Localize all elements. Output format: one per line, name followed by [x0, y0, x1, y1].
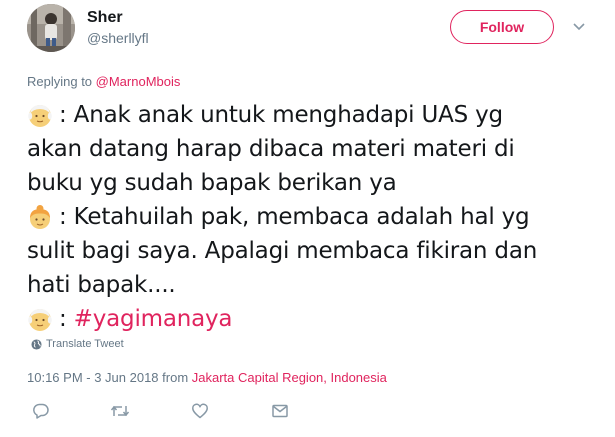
tweet-line-text: : Anak anak untuk menghadapi UAS yg [59, 102, 503, 128]
chevron-down-icon[interactable] [572, 22, 586, 32]
tweet-line: hati bapak.... [27, 272, 176, 298]
person-with-bun-emoji-icon [30, 205, 50, 229]
older-man-emoji-icon [28, 105, 52, 127]
tweet-line: : #yagimanaya [27, 302, 597, 336]
reply-icon[interactable] [32, 402, 50, 420]
older-man-emoji-icon [28, 309, 52, 331]
hashtag-link[interactable]: #yagimanaya [74, 306, 233, 332]
user-handle[interactable]: @sherllyfl [87, 30, 149, 46]
follow-button[interactable]: Follow [450, 10, 554, 44]
avatar-image [27, 4, 75, 52]
reply-prefix: Replying to [27, 74, 96, 89]
reply-context: Replying to @MarnoMbois [27, 74, 180, 89]
tweet-header: Sher @sherllyfl Follow [0, 0, 615, 70]
like-icon[interactable] [191, 402, 209, 420]
direct-message-icon[interactable] [271, 402, 289, 420]
tweet-line: : Anak anak untuk menghadapi UAS yg [27, 98, 597, 132]
tweet-line-text: : Ketahuilah pak, membaca adalah hal yg [59, 204, 530, 230]
tweet-line: : Ketahuilah pak, membaca adalah hal yg [27, 200, 597, 234]
location-link[interactable]: Jakarta Capital Region, Indonesia [192, 370, 387, 385]
tweet-line: buku yg sudah bapak berikan ya [27, 170, 397, 196]
retweet-icon[interactable] [110, 402, 130, 420]
tweet-line-text: : [59, 306, 74, 332]
tweet-line: akan datang harap dibaca materi materi d… [27, 136, 515, 162]
tweet-timestamp: 10:16 PM - 3 Jun 2018 from Jakarta Capit… [27, 370, 387, 385]
reply-mention-link[interactable]: @MarnoMbois [96, 74, 181, 89]
tweet-actions [0, 400, 615, 424]
translate-label: Translate Tweet [46, 338, 124, 350]
avatar[interactable] [27, 4, 75, 52]
timestamp-text[interactable]: 10:16 PM - 3 Jun 2018 [27, 370, 159, 385]
display-name[interactable]: Sher [87, 9, 123, 27]
translate-tweet-link[interactable]: Translate Tweet [31, 338, 124, 350]
tweet-text: : Anak anak untuk menghadapi UAS yg akan… [27, 98, 597, 336]
timestamp-from: from [158, 370, 192, 385]
tweet-line: sulit bagi saya. Apalagi membaca fikiran… [27, 238, 538, 264]
globe-icon [31, 338, 42, 350]
